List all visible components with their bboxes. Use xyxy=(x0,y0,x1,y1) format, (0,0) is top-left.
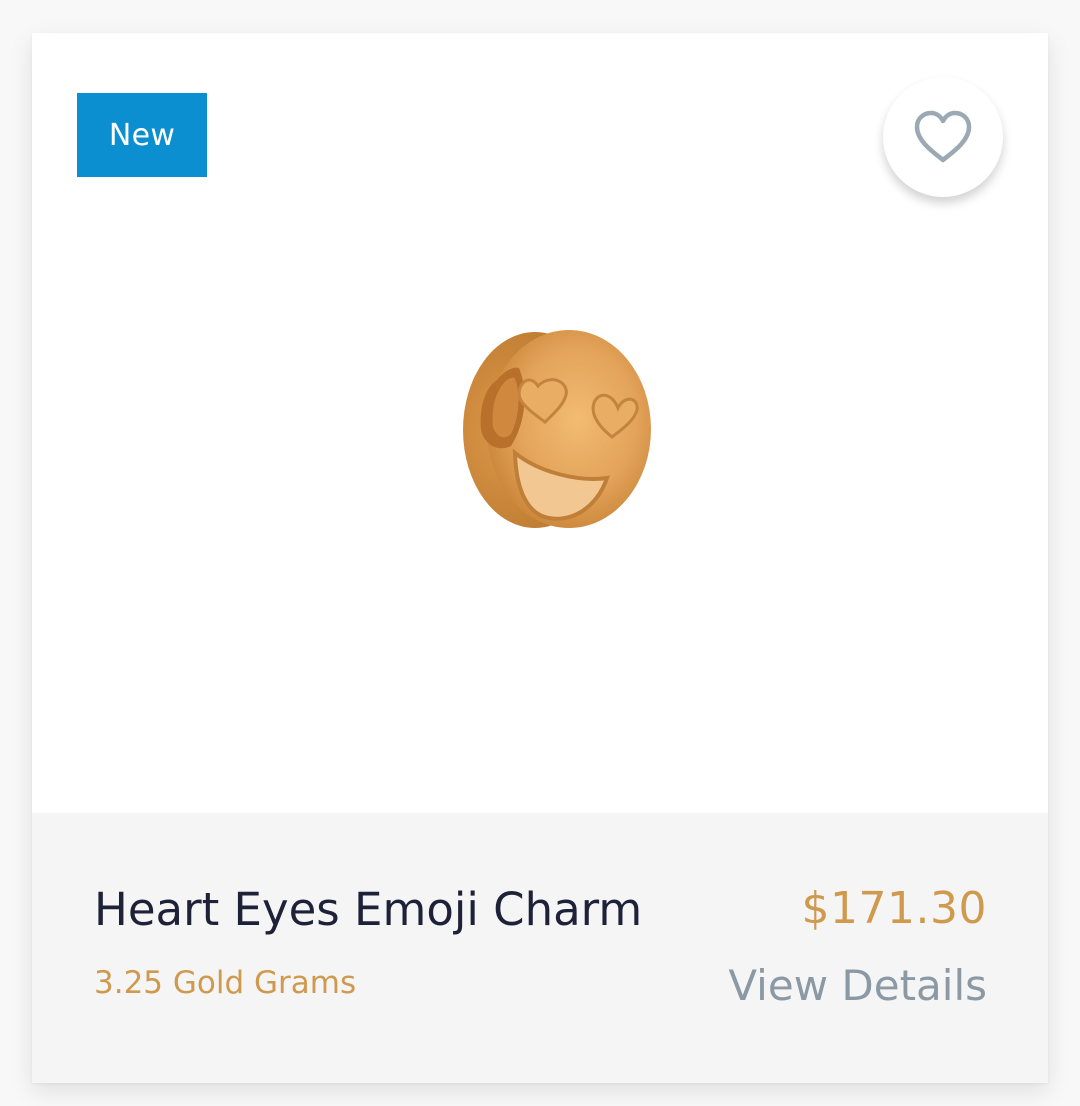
product-title[interactable]: Heart Eyes Emoji Charm xyxy=(94,883,642,936)
product-card[interactable]: New Heart Eyes Emoji Charm 3.25 Gold Gra… xyxy=(32,33,1048,1083)
new-badge: New xyxy=(77,93,207,177)
product-image-area[interactable]: New xyxy=(32,33,1048,813)
view-details-link[interactable]: View Details xyxy=(728,961,987,1010)
product-info: Heart Eyes Emoji Charm 3.25 Gold Grams $… xyxy=(32,813,1048,1083)
product-image[interactable] xyxy=(427,328,657,533)
favorite-button[interactable] xyxy=(883,77,1003,197)
gold-weight: 3.25 Gold Grams xyxy=(94,965,357,1001)
heart-outline-icon xyxy=(914,110,972,163)
product-price: $171.30 xyxy=(801,883,987,934)
